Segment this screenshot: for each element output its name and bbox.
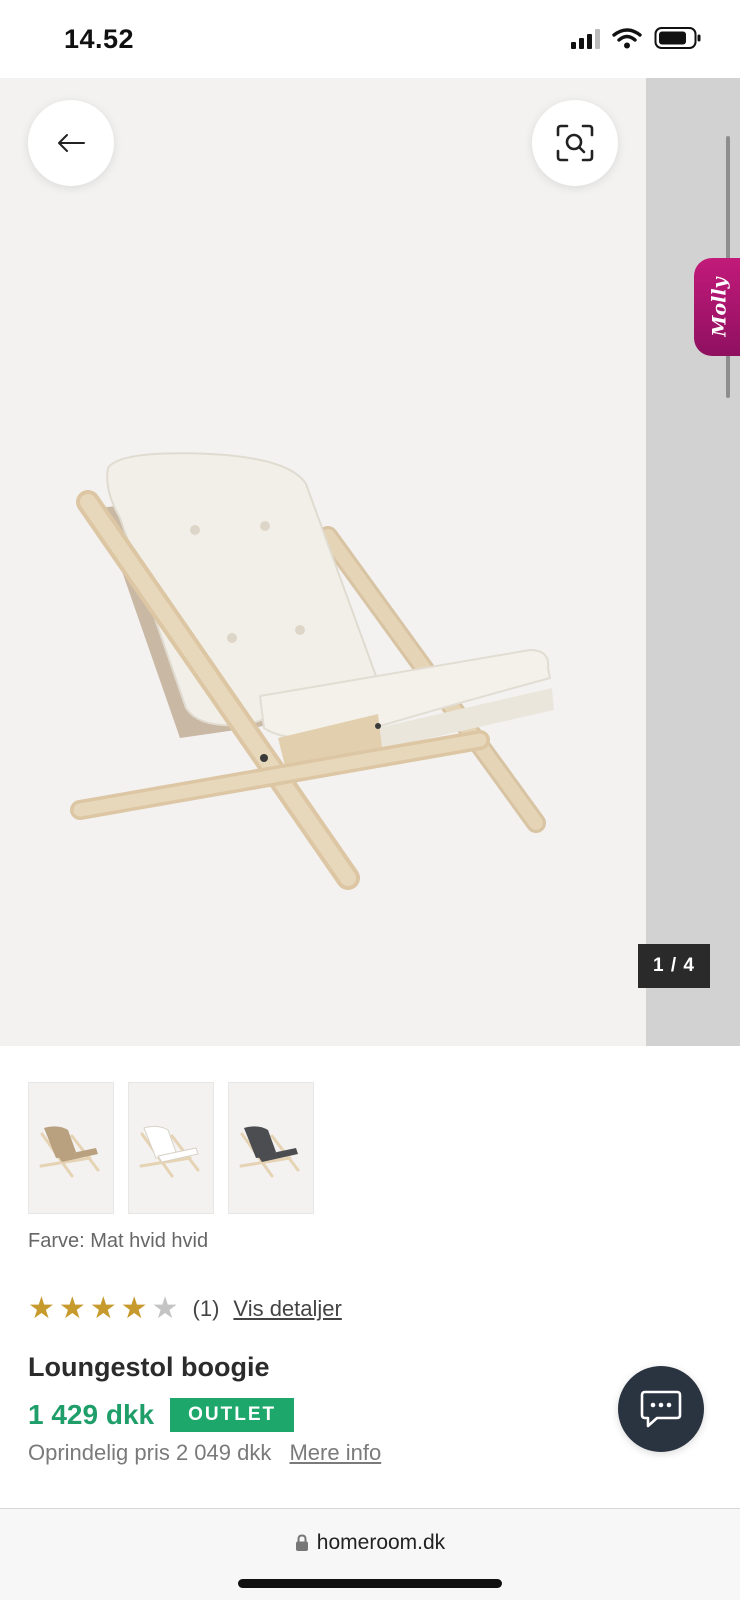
original-price: Oprindelig pris 2 049 dkk xyxy=(28,1440,272,1465)
review-details-link[interactable]: Vis detaljer xyxy=(233,1296,341,1322)
star-icon: ★ xyxy=(28,1292,55,1325)
molly-assistant-tab[interactable]: Molly xyxy=(694,258,740,356)
status-bar: 14.52 xyxy=(0,0,740,78)
chair-thumbnail xyxy=(139,1125,200,1178)
back-button[interactable] xyxy=(28,100,114,186)
price-row: 1 429 dkk OUTLET xyxy=(28,1398,295,1432)
molly-label: Molly xyxy=(709,277,731,337)
product-title: Loungestol boogie xyxy=(28,1352,270,1382)
chat-button[interactable] xyxy=(618,1366,704,1452)
current-price: 1 429 dkk xyxy=(28,1399,155,1430)
status-time: 14.52 xyxy=(64,24,135,54)
battery-icon xyxy=(654,27,701,49)
chat-icon xyxy=(640,1390,682,1428)
back-arrow-icon xyxy=(58,134,85,152)
product-gallery[interactable]: Molly 1 / 4 xyxy=(0,78,740,1046)
original-price-row: Oprindelig pris 2 049 dkk Mere info xyxy=(28,1440,381,1466)
rating-row: ★ ★ ★ ★ ★ (1) Vis detaljer xyxy=(28,1294,342,1324)
chair-photo xyxy=(70,452,554,890)
star-empty-icon: ★ xyxy=(151,1292,179,1325)
color-label: Farve: Mat hvid hvid xyxy=(28,1230,209,1252)
review-count: (1) xyxy=(192,1296,220,1321)
star-icon: ★ xyxy=(120,1292,148,1325)
more-info-link[interactable]: Mere info xyxy=(289,1440,381,1465)
home-indicator[interactable] xyxy=(238,1579,502,1588)
browser-address-bar[interactable]: homeroom.dk xyxy=(0,1509,740,1600)
star-icon: ★ xyxy=(58,1292,86,1325)
variant-thumbnails xyxy=(28,1082,314,1214)
visual-search-button[interactable] xyxy=(532,100,618,186)
url-display[interactable]: homeroom.dk xyxy=(0,1531,740,1555)
rating-stars: ★ ★ ★ ★ ★ xyxy=(28,1294,179,1324)
status-icons xyxy=(571,26,702,50)
outlet-badge: OUTLET xyxy=(170,1398,295,1432)
url-text: homeroom.dk xyxy=(316,1531,446,1554)
chair-thumbnail xyxy=(239,1126,300,1178)
variant-thumb-dark-grey[interactable] xyxy=(228,1082,314,1214)
chair-thumbnail xyxy=(39,1126,100,1178)
star-icon: ★ xyxy=(89,1292,117,1325)
variant-thumb-white[interactable] xyxy=(128,1082,214,1214)
image-counter: 1 / 4 xyxy=(638,944,710,988)
signal-icon xyxy=(571,27,600,49)
lock-icon xyxy=(295,1534,308,1551)
variant-thumb-beige[interactable] xyxy=(28,1082,114,1214)
wifi-icon xyxy=(612,28,642,49)
visual-search-icon xyxy=(556,124,594,162)
